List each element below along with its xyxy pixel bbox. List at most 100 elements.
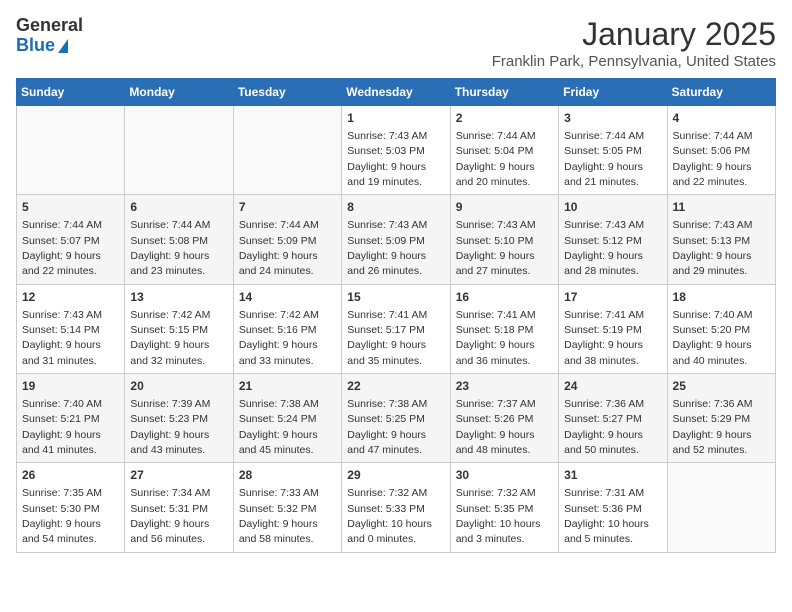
day-number: 2 (456, 110, 553, 127)
day-number: 4 (673, 110, 770, 127)
day-number: 12 (22, 289, 119, 306)
day-cell (233, 106, 341, 195)
day-number: 21 (239, 378, 336, 395)
header-cell-friday: Friday (559, 79, 667, 106)
day-info: Sunrise: 7:40 AM Sunset: 5:21 PM Dayligh… (22, 398, 102, 456)
day-cell: 15 Sunrise: 7:41 AM Sunset: 5:17 PM Dayli… (342, 284, 450, 373)
day-cell: 16Sunrise: 7:41 AM Sunset: 5:18 PM Dayli… (450, 284, 558, 373)
day-info: Sunrise: 7:38 AM Sunset: 5:25 PM Dayligh… (347, 398, 427, 456)
day-info: Sunrise: 7:31 AM Sunset: 5:36 PM Dayligh… (564, 487, 649, 545)
day-number: 7 (239, 199, 336, 216)
day-info: Sunrise: 7:44 AM Sunset: 5:09 PM Dayligh… (239, 219, 319, 277)
day-number: 8 (347, 199, 444, 216)
calendar-header: SundayMondayTuesdayWednesdayThursdayFrid… (17, 79, 776, 106)
day-number: 1 (347, 110, 444, 127)
day-number: 18 (673, 289, 770, 306)
day-info: Sunrise: 7:35 AM Sunset: 5:30 PM Dayligh… (22, 487, 102, 545)
day-number: 15 (347, 289, 444, 306)
day-cell: 29 Sunrise: 7:32 AM Sunset: 5:33 PM Dayli… (342, 463, 450, 552)
day-info: Sunrise: 7:37 AM Sunset: 5:26 PM Dayligh… (456, 398, 536, 456)
day-info: Sunrise: 7:44 AM Sunset: 5:07 PM Dayligh… (22, 219, 102, 277)
day-cell: 10 Sunrise: 7:43 AM Sunset: 5:12 PM Dayli… (559, 195, 667, 284)
day-cell: 1Sunrise: 7:43 AM Sunset: 5:03 PM Daylig… (342, 106, 450, 195)
day-info: Sunrise: 7:44 AM Sunset: 5:08 PM Dayligh… (130, 219, 210, 277)
week-row-1: 1Sunrise: 7:43 AM Sunset: 5:03 PM Daylig… (17, 106, 776, 195)
day-number: 25 (673, 378, 770, 395)
day-info: Sunrise: 7:43 AM Sunset: 5:12 PM Dayligh… (564, 219, 644, 277)
week-row-4: 19 Sunrise: 7:40 AM Sunset: 5:21 PM Dayli… (17, 374, 776, 463)
header-cell-sunday: Sunday (17, 79, 125, 106)
day-cell: 20Sunrise: 7:39 AM Sunset: 5:23 PM Dayli… (125, 374, 233, 463)
day-number: 11 (673, 199, 770, 216)
logo-blue: Blue (16, 36, 83, 56)
day-info: Sunrise: 7:32 AM Sunset: 5:33 PM Dayligh… (347, 487, 432, 545)
day-cell: 13Sunrise: 7:42 AM Sunset: 5:15 PM Dayli… (125, 284, 233, 373)
day-cell: 31 Sunrise: 7:31 AM Sunset: 5:36 PM Dayli… (559, 463, 667, 552)
day-info: Sunrise: 7:44 AM Sunset: 5:06 PM Dayligh… (673, 130, 753, 188)
day-cell: 21 Sunrise: 7:38 AM Sunset: 5:24 PM Dayli… (233, 374, 341, 463)
day-number: 24 (564, 378, 661, 395)
day-cell: 19 Sunrise: 7:40 AM Sunset: 5:21 PM Dayli… (17, 374, 125, 463)
day-number: 23 (456, 378, 553, 395)
day-number: 14 (239, 289, 336, 306)
day-cell: 27Sunrise: 7:34 AM Sunset: 5:31 PM Dayli… (125, 463, 233, 552)
day-cell: 23 Sunrise: 7:37 AM Sunset: 5:26 PM Dayli… (450, 374, 558, 463)
day-cell (17, 106, 125, 195)
day-number: 30 (456, 467, 553, 484)
day-info: Sunrise: 7:43 AM Sunset: 5:13 PM Dayligh… (673, 219, 753, 277)
day-cell: 12 Sunrise: 7:43 AM Sunset: 5:14 PM Dayli… (17, 284, 125, 373)
day-info: Sunrise: 7:44 AM Sunset: 5:04 PM Dayligh… (456, 130, 536, 188)
logo-triangle-icon (58, 39, 68, 53)
day-cell: 24 Sunrise: 7:36 AM Sunset: 5:27 PM Dayli… (559, 374, 667, 463)
week-row-5: 26 Sunrise: 7:35 AM Sunset: 5:30 PM Dayli… (17, 463, 776, 552)
calendar-body: 1Sunrise: 7:43 AM Sunset: 5:03 PM Daylig… (17, 106, 776, 553)
day-number: 19 (22, 378, 119, 395)
day-info: Sunrise: 7:44 AM Sunset: 5:05 PM Dayligh… (564, 130, 644, 188)
day-info: Sunrise: 7:41 AM Sunset: 5:19 PM Dayligh… (564, 309, 644, 367)
day-info: Sunrise: 7:38 AM Sunset: 5:24 PM Dayligh… (239, 398, 319, 456)
day-number: 31 (564, 467, 661, 484)
logo: General Blue (16, 16, 83, 56)
day-number: 28 (239, 467, 336, 484)
day-number: 29 (347, 467, 444, 484)
header-cell-wednesday: Wednesday (342, 79, 450, 106)
day-number: 26 (22, 467, 119, 484)
day-cell: 28Sunrise: 7:33 AM Sunset: 5:32 PM Dayli… (233, 463, 341, 552)
header-row: SundayMondayTuesdayWednesdayThursdayFrid… (17, 79, 776, 106)
day-cell: 4 Sunrise: 7:44 AM Sunset: 5:06 PM Daylig… (667, 106, 775, 195)
day-cell: 9Sunrise: 7:43 AM Sunset: 5:10 PM Daylig… (450, 195, 558, 284)
day-cell: 30Sunrise: 7:32 AM Sunset: 5:35 PM Dayli… (450, 463, 558, 552)
day-cell: 14 Sunrise: 7:42 AM Sunset: 5:16 PM Dayli… (233, 284, 341, 373)
day-cell: 22 Sunrise: 7:38 AM Sunset: 5:25 PM Dayli… (342, 374, 450, 463)
day-info: Sunrise: 7:42 AM Sunset: 5:16 PM Dayligh… (239, 309, 319, 367)
day-number: 22 (347, 378, 444, 395)
day-cell (125, 106, 233, 195)
day-number: 3 (564, 110, 661, 127)
day-cell: 17 Sunrise: 7:41 AM Sunset: 5:19 PM Dayli… (559, 284, 667, 373)
day-info: Sunrise: 7:39 AM Sunset: 5:23 PM Dayligh… (130, 398, 210, 456)
day-cell: 7 Sunrise: 7:44 AM Sunset: 5:09 PM Daylig… (233, 195, 341, 284)
day-info: Sunrise: 7:41 AM Sunset: 5:17 PM Dayligh… (347, 309, 427, 367)
day-info: Sunrise: 7:36 AM Sunset: 5:27 PM Dayligh… (564, 398, 644, 456)
day-cell: 25 Sunrise: 7:36 AM Sunset: 5:29 PM Dayli… (667, 374, 775, 463)
day-number: 6 (130, 199, 227, 216)
header-cell-saturday: Saturday (667, 79, 775, 106)
day-info: Sunrise: 7:34 AM Sunset: 5:31 PM Dayligh… (130, 487, 210, 545)
day-number: 10 (564, 199, 661, 216)
header-cell-tuesday: Tuesday (233, 79, 341, 106)
day-info: Sunrise: 7:43 AM Sunset: 5:10 PM Dayligh… (456, 219, 536, 277)
day-cell: 26 Sunrise: 7:35 AM Sunset: 5:30 PM Dayli… (17, 463, 125, 552)
day-info: Sunrise: 7:41 AM Sunset: 5:18 PM Dayligh… (456, 309, 536, 367)
day-cell: 8Sunrise: 7:43 AM Sunset: 5:09 PM Daylig… (342, 195, 450, 284)
header-cell-thursday: Thursday (450, 79, 558, 106)
page-header: General Blue January 2025 Franklin Park,… (16, 16, 776, 70)
day-cell: 6 Sunrise: 7:44 AM Sunset: 5:08 PM Daylig… (125, 195, 233, 284)
page-title: January 2025 (492, 16, 776, 53)
day-number: 17 (564, 289, 661, 306)
week-row-2: 5Sunrise: 7:44 AM Sunset: 5:07 PM Daylig… (17, 195, 776, 284)
day-info: Sunrise: 7:36 AM Sunset: 5:29 PM Dayligh… (673, 398, 753, 456)
day-info: Sunrise: 7:43 AM Sunset: 5:14 PM Dayligh… (22, 309, 102, 367)
day-number: 13 (130, 289, 227, 306)
page-subtitle: Franklin Park, Pennsylvania, United Stat… (492, 53, 776, 70)
day-cell: 5Sunrise: 7:44 AM Sunset: 5:07 PM Daylig… (17, 195, 125, 284)
